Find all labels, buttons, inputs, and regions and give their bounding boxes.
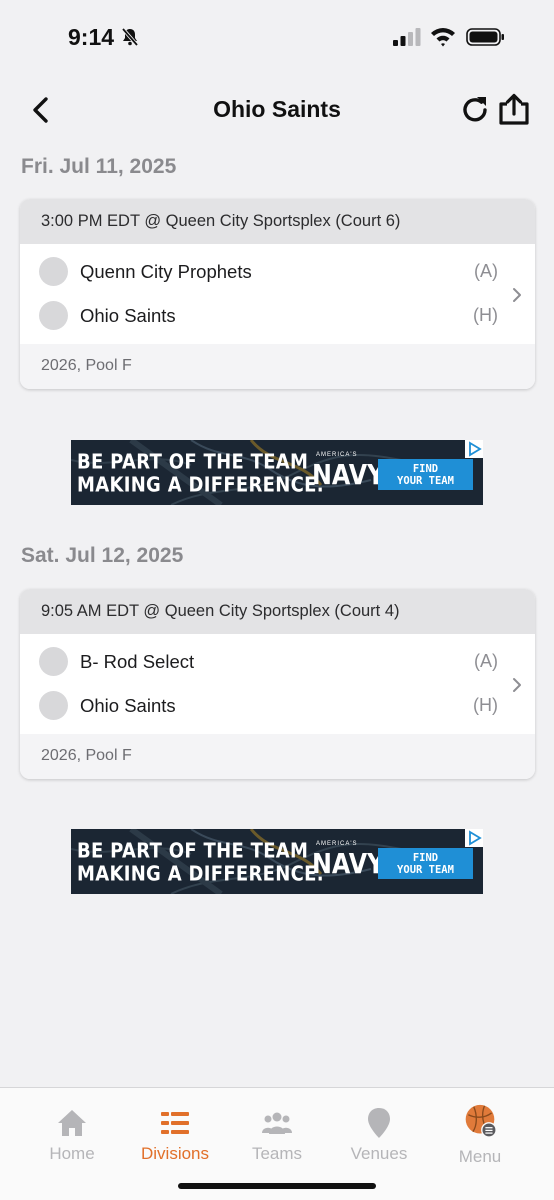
home-indicator xyxy=(178,1183,376,1189)
ad-banner[interactable]: BE PART OF THE TEAM MAKING A DIFFERENCE.… xyxy=(71,440,483,505)
date-heading: Fri. Jul 11, 2025 xyxy=(21,155,177,178)
team-row: Ohio Saints (H) xyxy=(20,684,535,728)
venues-icon xyxy=(368,1108,390,1138)
ad-cta-line2: YOUR TEAM xyxy=(397,864,454,876)
ad-brand-logo: NAVY xyxy=(312,847,385,880)
game-card[interactable]: 3:00 PM EDT @ Queen City Sportsplex (Cou… xyxy=(20,199,535,389)
ad-cta-line1: FIND xyxy=(412,463,439,475)
ad-banner[interactable]: BE PART OF THE TEAM MAKING A DIFFERENCE.… xyxy=(71,829,483,894)
adchoices-icon[interactable] xyxy=(465,829,483,847)
ad-headline-line2: MAKING A DIFFERENCE. xyxy=(77,473,324,498)
tab-home[interactable]: Home xyxy=(22,1088,122,1168)
ad-cta-button[interactable]: FIND YOUR TEAM xyxy=(378,848,473,879)
cellular-signal-icon xyxy=(393,28,421,46)
ad-cta-line1: FIND xyxy=(412,852,439,864)
team-name: B- Rod Select xyxy=(80,651,195,672)
team-logo-placeholder xyxy=(39,647,68,676)
ad-brand-logo: NAVY xyxy=(312,458,385,491)
game-time-location: 3:00 PM EDT @ Queen City Sportsplex (Cou… xyxy=(20,199,535,244)
team-row: Ohio Saints (H) xyxy=(20,294,535,338)
team-side: (A) xyxy=(474,261,498,281)
chevron-right-icon xyxy=(513,678,521,692)
team-side: (A) xyxy=(474,651,498,671)
chevron-right-icon xyxy=(513,288,521,302)
bell-slash-icon xyxy=(121,27,139,47)
tab-venues[interactable]: Venues xyxy=(329,1088,429,1168)
ad-headline-line1: BE PART OF THE TEAM xyxy=(77,839,309,864)
teams-icon xyxy=(262,1112,292,1134)
adchoices-icon[interactable] xyxy=(465,440,483,458)
division-pool: 2026, Pool F xyxy=(20,344,535,389)
game-time-location: 9:05 AM EDT @ Queen City Sportsplex (Cou… xyxy=(20,589,535,634)
status-time: 9:14 xyxy=(68,24,115,50)
team-row: Quenn City Prophets (A) xyxy=(20,250,535,294)
tab-label: Teams xyxy=(251,1144,303,1163)
share-button[interactable] xyxy=(498,92,530,126)
tab-label: Venues xyxy=(350,1144,408,1163)
tab-label: Divisions xyxy=(140,1144,210,1163)
navigation-header: Ohio Saints xyxy=(0,84,554,136)
ad-headline-line2: MAKING A DIFFERENCE. xyxy=(77,862,324,887)
division-pool: 2026, Pool F xyxy=(20,734,535,779)
team-logo-placeholder xyxy=(39,301,68,330)
refresh-button[interactable] xyxy=(460,94,492,126)
status-bar: 9:14 xyxy=(0,0,554,70)
battery-icon xyxy=(466,28,504,46)
game-card[interactable]: 9:05 AM EDT @ Queen City Sportsplex (Cou… xyxy=(20,589,535,779)
team-row: B- Rod Select (A) xyxy=(20,640,535,684)
team-side: (H) xyxy=(473,305,498,325)
team-side: (H) xyxy=(473,695,498,715)
menu-avatar-icon xyxy=(465,1104,496,1138)
ad-cta-button[interactable]: FIND YOUR TEAM xyxy=(378,459,473,490)
home-icon xyxy=(58,1110,86,1136)
ad-headline-line1: BE PART OF THE TEAM xyxy=(77,450,309,475)
tab-divisions[interactable]: Divisions xyxy=(125,1088,225,1168)
date-heading: Sat. Jul 12, 2025 xyxy=(21,544,184,567)
team-name: Ohio Saints xyxy=(80,695,176,716)
tab-label: Menu xyxy=(458,1147,502,1166)
team-logo-placeholder xyxy=(39,691,68,720)
team-logo-placeholder xyxy=(39,257,68,286)
team-name: Ohio Saints xyxy=(80,305,176,326)
team-name: Quenn City Prophets xyxy=(80,261,252,282)
tab-label: Home xyxy=(49,1144,95,1163)
ad-cta-line2: YOUR TEAM xyxy=(397,475,454,487)
divisions-icon xyxy=(161,1112,189,1134)
wifi-icon xyxy=(431,28,455,47)
tab-teams[interactable]: Teams xyxy=(227,1088,327,1168)
tab-menu[interactable]: Menu xyxy=(430,1088,530,1168)
